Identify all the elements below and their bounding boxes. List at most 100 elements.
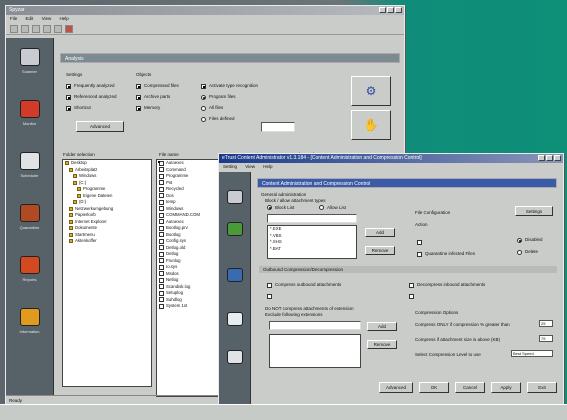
taskbar <box>0 404 567 420</box>
nav-quarantine[interactable]: Quarantine <box>6 204 53 230</box>
exit-button[interactable]: Exit <box>527 382 557 393</box>
shield-icon <box>226 190 243 204</box>
information-icon <box>19 308 40 326</box>
frequently-label: Frequently analyzed <box>74 83 115 88</box>
action-checkbox[interactable] <box>417 240 422 245</box>
dialog-nav-5[interactable] <box>219 350 250 367</box>
disabled-label: Disabled <box>525 237 543 242</box>
menu-file[interactable]: File <box>10 16 17 21</box>
general-label: General administration <box>261 192 307 197</box>
file-list[interactable]: Autoexec Command Programme Pst Recycled … <box>156 159 221 397</box>
dialog-maximize-button[interactable] <box>546 155 553 161</box>
menu-view[interactable]: View <box>42 16 52 21</box>
dialog-minimize-button[interactable] <box>538 155 545 161</box>
dialog-menu-help[interactable]: Help <box>263 164 272 169</box>
tree-item[interactable]: Aktenkoffer <box>63 238 151 245</box>
dialog-menu-view[interactable]: View <box>245 164 255 169</box>
nav-reports[interactable]: Reports <box>6 256 53 282</box>
menu-edit[interactable]: Edit <box>26 16 34 21</box>
compress-extra-checkbox[interactable] <box>267 294 272 299</box>
drive-icon <box>73 180 77 185</box>
cancel-button[interactable]: Cancel <box>455 382 485 393</box>
exclude-list[interactable] <box>269 334 361 368</box>
advanced-button[interactable]: Advanced <box>76 121 124 132</box>
exclude-remove-button[interactable]: Remove <box>367 340 397 349</box>
folder-icon <box>69 167 73 172</box>
tool-save-icon[interactable] <box>10 24 18 33</box>
archive-checkbox[interactable] <box>136 95 141 100</box>
folder-icon <box>69 239 73 244</box>
frequently-checkbox[interactable] <box>66 84 71 89</box>
exclude-add-button[interactable]: Add <box>367 322 397 331</box>
compress-outbound-label: Compress outbound attachments <box>275 282 342 287</box>
quarantine-checkbox[interactable] <box>417 252 422 257</box>
nav-sidebar: Scanner Monitor Scheduler Quarantine Rep… <box>6 38 54 396</box>
close-button[interactable] <box>395 7 402 13</box>
memory-label: Memory <box>144 105 161 110</box>
add-button[interactable]: Add <box>365 228 395 237</box>
apply-button[interactable]: Apply <box>491 382 521 393</box>
delete-radio[interactable] <box>517 250 522 255</box>
block-label: Block / allow attachment types <box>265 198 326 203</box>
extension-input[interactable] <box>267 214 357 223</box>
menu-help[interactable]: Help <box>60 16 69 21</box>
decompress-inbound-label: Decompress inbound attachments <box>417 282 486 287</box>
disabled-radio[interactable] <box>517 238 522 243</box>
decompress-extra-checkbox[interactable] <box>409 294 414 299</box>
dialog-nav-1[interactable] <box>219 190 250 207</box>
start-scan-button[interactable]: ⚙ <box>351 76 391 106</box>
content-icon <box>226 222 243 236</box>
files-defined-radio[interactable] <box>201 117 206 122</box>
tool-stop-icon[interactable] <box>65 24 73 33</box>
main-title-bar: Spyzar <box>6 6 404 15</box>
nav-monitor[interactable]: Monitor <box>6 100 53 126</box>
program-files-label: Program files <box>209 94 236 99</box>
maximize-button[interactable] <box>387 7 394 13</box>
memory-checkbox[interactable] <box>136 106 141 111</box>
tool-page-icon[interactable] <box>54 24 62 33</box>
dialog-title-bar: eTrust Content Administrator v1.3.184 - … <box>219 154 563 163</box>
dialog-close-button[interactable] <box>554 155 561 161</box>
minimize-button[interactable] <box>379 7 386 13</box>
allow-list-radio[interactable] <box>319 205 324 210</box>
extension-list[interactable]: *.EXE *.VBS *.SHS *.BAT <box>267 225 357 259</box>
nav-scanner[interactable]: Scanner <box>6 48 53 74</box>
ok-button[interactable]: OK <box>419 382 449 393</box>
dialog-nav-2[interactable] <box>219 222 250 239</box>
hand-button[interactable]: ✋ <box>351 110 391 140</box>
remove-button[interactable]: Remove <box>365 246 395 255</box>
list-item[interactable]: *.BAT <box>268 246 356 253</box>
referenced-label: Referenced analyzed <box>74 94 117 99</box>
opt-level-select[interactable]: Best Speed <box>511 350 553 357</box>
list-item[interactable]: System 1st <box>157 303 220 310</box>
dialog-menu-setting[interactable]: Setting <box>223 164 237 169</box>
nav-information[interactable]: Information <box>6 308 53 334</box>
opt-size-input[interactable]: 25 <box>539 320 553 327</box>
shortcut-checkbox[interactable] <box>66 106 71 111</box>
nav-scheduler[interactable]: Scheduler <box>6 152 53 178</box>
compress-outbound-checkbox[interactable] <box>267 283 272 288</box>
folder-tree[interactable]: Desktop Arbeitsplatz Windows (C:) Progra… <box>62 159 152 387</box>
decompress-inbound-checkbox[interactable] <box>409 283 414 288</box>
files-defined-input[interactable] <box>261 122 295 132</box>
settings-button[interactable]: Settings <box>515 206 553 216</box>
dialog-nav-4[interactable] <box>219 312 250 329</box>
exclude-input[interactable] <box>269 321 361 330</box>
scanner-icon <box>19 48 40 66</box>
dialog-nav-3[interactable] <box>219 268 250 285</box>
tool-window-icon[interactable] <box>43 24 51 33</box>
advanced-dialog-button[interactable]: Advanced <box>379 382 413 393</box>
all-files-label: All files <box>209 105 224 110</box>
program-files-radio[interactable] <box>201 95 206 100</box>
opt-kb-input[interactable]: 75 <box>539 335 553 342</box>
opt-kb-label: Compress if attachment size is above (KB… <box>415 337 501 342</box>
tool-scan-icon[interactable] <box>21 24 29 33</box>
compressed-label: Compressed files <box>144 83 179 88</box>
type-recognition-checkbox[interactable] <box>201 84 206 89</box>
block-list-radio[interactable] <box>267 205 272 210</box>
compressed-checkbox[interactable] <box>136 84 141 89</box>
referenced-checkbox[interactable] <box>66 95 71 100</box>
tool-cursor-icon[interactable] <box>32 24 40 33</box>
all-files-radio[interactable] <box>201 106 206 111</box>
folder-icon <box>77 187 81 192</box>
